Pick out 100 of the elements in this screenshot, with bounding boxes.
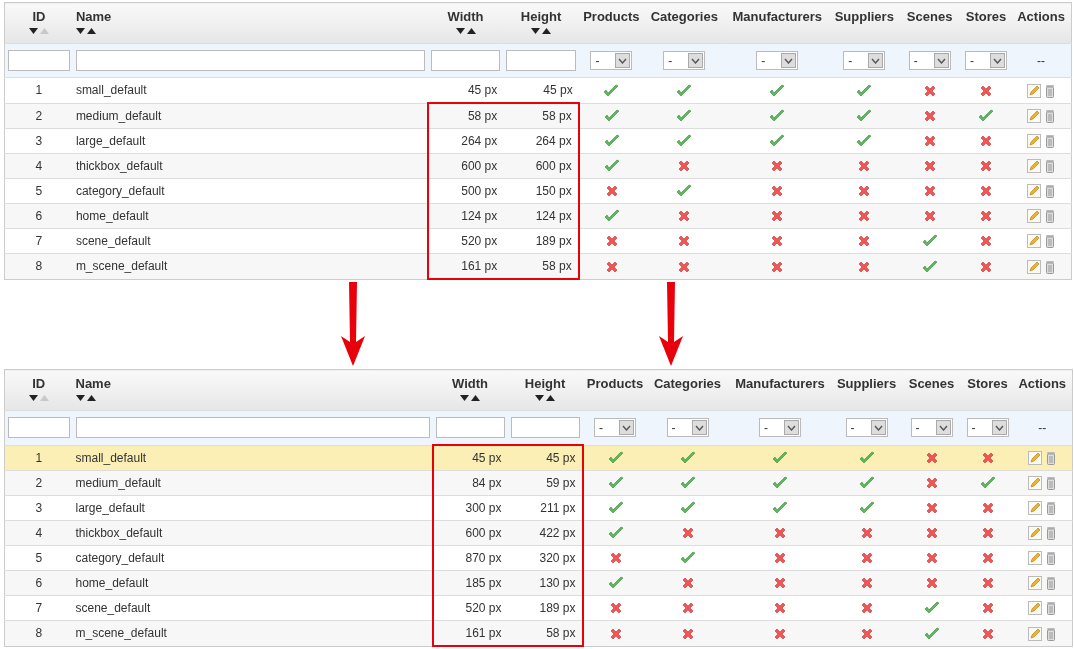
sort-descending-icon[interactable] <box>75 395 85 401</box>
table-cell: m_scene_default <box>75 259 168 274</box>
filter-field[interactable] <box>506 50 576 71</box>
pencil-icon[interactable] <box>1028 601 1043 616</box>
pencil-icon[interactable] <box>1027 109 1042 124</box>
trash-icon[interactable] <box>1046 576 1057 591</box>
sort-ascending-icon[interactable] <box>471 395 480 401</box>
pencil-icon[interactable] <box>1028 526 1043 541</box>
trash-icon[interactable] <box>1046 626 1057 641</box>
sort-descending-icon[interactable] <box>535 395 544 401</box>
table-row[interactable]: 8 m_scene_default 161 px 58 px <box>4 620 1073 646</box>
table-row[interactable]: 2 medium_default 84 px 59 px <box>4 470 1073 496</box>
trash-icon[interactable] <box>1046 601 1057 616</box>
column-header: Name <box>75 9 112 24</box>
trash-icon[interactable] <box>1045 159 1056 174</box>
sort-descending-icon[interactable] <box>455 28 465 34</box>
down-arrow-icon <box>340 280 366 368</box>
table-cell: 45 px <box>543 83 573 97</box>
column-header: Scenes <box>906 9 953 24</box>
pencil-icon[interactable] <box>1027 259 1042 274</box>
filter-dropdown[interactable]: - <box>845 418 888 438</box>
trash-icon[interactable] <box>1045 234 1056 249</box>
table-row[interactable]: 1 small_default 45 px 45 px <box>4 445 1073 471</box>
filter-dropdown[interactable]: - <box>910 418 953 438</box>
column-header: Suppliers <box>836 376 897 391</box>
trash-icon[interactable] <box>1045 259 1056 274</box>
pencil-icon[interactable] <box>1028 501 1043 516</box>
sort-descending-icon[interactable] <box>460 395 469 401</box>
filter-dropdown[interactable]: - <box>590 51 633 70</box>
table-cell: 520 px <box>461 234 498 248</box>
filter-field[interactable] <box>435 417 505 438</box>
table-row[interactable]: 2 medium_default 58 px 58 px <box>4 103 1072 129</box>
trash-icon[interactable] <box>1045 83 1056 98</box>
trash-icon[interactable] <box>1045 109 1056 124</box>
pencil-icon[interactable] <box>1027 83 1042 98</box>
sort-ascending-icon[interactable] <box>466 28 476 34</box>
trash-icon[interactable] <box>1045 184 1056 199</box>
filter-dropdown[interactable]: - <box>756 51 799 70</box>
table-cell: 45 px <box>472 451 502 465</box>
trash-icon[interactable] <box>1046 476 1057 491</box>
pencil-icon[interactable] <box>1028 476 1043 491</box>
filter-dropdown[interactable]: - <box>594 418 636 438</box>
sort-descending-icon[interactable] <box>28 28 38 34</box>
sort-ascending-icon[interactable] <box>86 28 96 34</box>
filter-field[interactable] <box>75 50 425 71</box>
sort-descending-icon[interactable] <box>531 28 540 34</box>
pencil-icon[interactable] <box>1028 576 1043 591</box>
trash-icon[interactable] <box>1046 501 1057 516</box>
table-cell: 4 <box>35 526 43 540</box>
filter-dropdown[interactable]: - <box>759 418 801 438</box>
filter-field[interactable] <box>8 50 70 71</box>
trash-icon[interactable] <box>1045 209 1056 224</box>
filter-dropdown[interactable]: - <box>964 51 1007 70</box>
pencil-icon[interactable] <box>1027 134 1042 149</box>
table-cell: 2 <box>35 108 43 123</box>
filter-dropdown[interactable]: - <box>666 418 709 438</box>
table-row[interactable]: 6 home_default 185 px 130 px <box>4 570 1073 596</box>
pencil-icon[interactable] <box>1028 451 1043 466</box>
table-row[interactable]: 4 thickbox_default 600 px 422 px <box>4 520 1073 546</box>
column-header: Manufacturers <box>732 9 823 24</box>
filter-dropdown[interactable]: - <box>966 418 1009 438</box>
pencil-icon[interactable] <box>1027 159 1042 174</box>
column-header: Name <box>75 376 111 391</box>
table-row[interactable]: 6 home_default 124 px 124 px <box>4 203 1072 229</box>
trash-icon[interactable] <box>1046 551 1057 566</box>
table-cell: home_default <box>75 209 149 223</box>
table-cell: 58 px <box>467 109 498 123</box>
filter-dropdown[interactable]: - <box>843 51 886 70</box>
table-cell: scene_default <box>75 601 151 615</box>
filter-dropdown[interactable]: - <box>908 51 951 70</box>
trash-icon[interactable] <box>1046 526 1057 541</box>
filter-field[interactable] <box>510 417 580 438</box>
table-cell: 59 px <box>546 476 576 490</box>
filter-field[interactable] <box>75 417 430 439</box>
chevron-down-icon <box>694 424 704 431</box>
pencil-icon[interactable] <box>1028 626 1043 641</box>
table-cell: m_scene_default <box>75 626 167 641</box>
sort-descending-icon[interactable] <box>75 28 85 34</box>
table-cell: 600 px <box>461 159 498 173</box>
sort-descending-icon[interactable] <box>28 395 38 401</box>
sort-ascending-icon[interactable] <box>86 395 96 401</box>
pencil-icon[interactable] <box>1027 209 1042 224</box>
pencil-icon[interactable] <box>1028 551 1043 566</box>
column-header: Products <box>586 376 644 391</box>
pencil-icon[interactable] <box>1027 234 1042 249</box>
table-cell: 264 px <box>461 134 498 148</box>
filter-field[interactable] <box>430 50 501 71</box>
table-cell: 1 <box>35 83 43 98</box>
chevron-down-icon <box>992 57 1002 64</box>
sort-ascending-icon[interactable] <box>542 28 551 34</box>
column-header: Products <box>583 9 640 24</box>
filter-field[interactable] <box>8 417 70 439</box>
column-header: Height <box>520 9 562 24</box>
trash-icon[interactable] <box>1045 134 1056 149</box>
pencil-icon[interactable] <box>1027 184 1042 199</box>
filter-dropdown[interactable]: - <box>663 51 706 70</box>
table-row[interactable]: 8 m_scene_default 161 px 58 px <box>4 253 1072 279</box>
table-row[interactable]: 4 thickbox_default 600 px 600 px <box>4 153 1072 179</box>
trash-icon[interactable] <box>1046 451 1057 466</box>
sort-ascending-icon[interactable] <box>546 395 555 401</box>
